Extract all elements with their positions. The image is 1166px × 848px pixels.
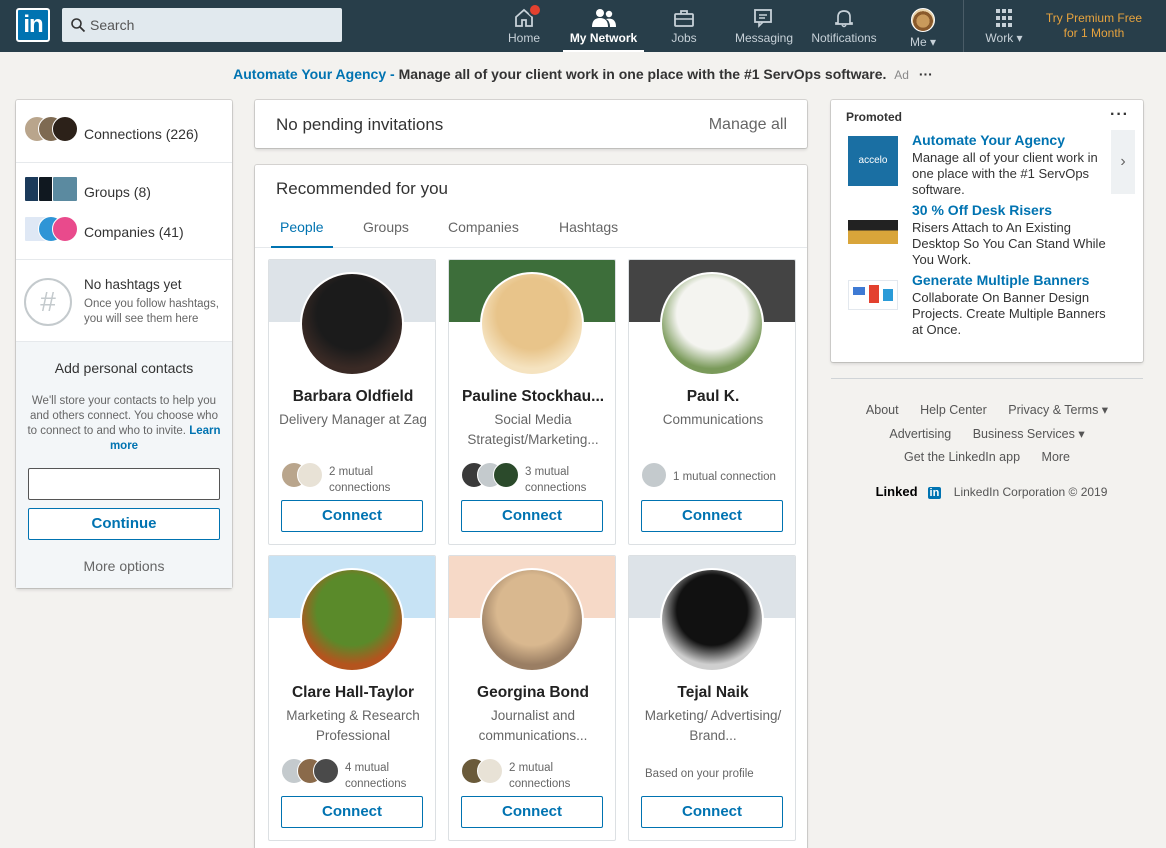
search-icon (71, 18, 86, 33)
footer-help-center[interactable]: Help Center (920, 403, 987, 417)
profile-photo[interactable] (480, 272, 584, 376)
companies-link[interactable]: Companies (41) (84, 224, 184, 240)
desk-riser-image (848, 210, 898, 244)
person-occupation: Delivery Manager at Zag (279, 412, 427, 427)
linkedin-footer-logo: Linked in (875, 484, 942, 499)
person-card[interactable]: Clare Hall-Taylor Marketing & Research P… (268, 555, 436, 841)
linkedin-logo[interactable]: in (16, 8, 50, 42)
groups-link[interactable]: Groups (8) (84, 184, 151, 200)
people-icon (591, 9, 616, 27)
premium-link[interactable]: Try Premium Free for 1 Month (1036, 11, 1152, 41)
person-name[interactable]: Pauline Stockhau... (455, 388, 611, 406)
network-sidebar: Connections (226) Groups (8) Companies (… (16, 100, 232, 588)
nav-work[interactable]: Work ▾ (980, 0, 1028, 52)
connect-button[interactable]: Connect (641, 500, 783, 532)
search-input[interactable] (90, 8, 338, 42)
recommendation-tabs: People Groups Companies Hashtags (255, 215, 807, 248)
search-box[interactable] (62, 8, 342, 42)
mutual-connections[interactable]: 4 mutual connections (281, 758, 431, 790)
briefcase-icon (674, 10, 694, 27)
nav-home[interactable]: Home (504, 0, 544, 52)
nav-jobs[interactable]: Jobs (662, 0, 706, 52)
connect-button[interactable]: Connect (641, 796, 783, 828)
connect-button[interactable]: Connect (281, 796, 423, 828)
recommendations-title: Recommended for you (276, 179, 448, 198)
footer-privacy-terms[interactable]: Privacy & Terms ▾ (1008, 403, 1108, 417)
chevron-right-icon[interactable]: › (1111, 130, 1135, 194)
person-placeholder-icon (641, 462, 667, 488)
nav-notifications[interactable]: Notifications (808, 0, 880, 52)
footer-get-app[interactable]: Get the LinkedIn app (904, 450, 1020, 464)
tab-companies[interactable]: Companies (448, 219, 519, 248)
footer-about[interactable]: About (866, 403, 899, 417)
manage-all-link[interactable]: Manage all (709, 116, 787, 134)
ad-text: Manage all of your client work in one pl… (398, 66, 887, 82)
ad-tag: Ad (894, 68, 909, 82)
person-card[interactable]: Barbara Oldfield Delivery Manager at Zag… (268, 259, 436, 545)
groups-companies-row: Groups (8) Companies (41) (16, 163, 232, 260)
profile-photo[interactable] (480, 568, 584, 672)
connect-button[interactable]: Connect (461, 500, 603, 532)
connect-button[interactable]: Connect (461, 796, 603, 828)
accelo-logo: accelo (848, 136, 898, 186)
connect-button[interactable]: Connect (281, 500, 423, 532)
person-card[interactable]: Tejal Naik Marketing/ Advertising/ Brand… (628, 555, 796, 841)
more-options-link[interactable]: More options (16, 558, 232, 574)
person-card[interactable]: Georgina Bond Journalist and communicati… (448, 555, 616, 841)
mutual-connections[interactable]: 2 mutual connections (461, 758, 611, 790)
email-field[interactable] (28, 468, 220, 500)
nav-divider (963, 0, 964, 52)
person-occupation: Communications (662, 412, 764, 427)
person-card[interactable]: Paul K. Communications 1 mutual connecti… (628, 259, 796, 545)
person-name[interactable]: Paul K. (635, 388, 791, 406)
profile-photo[interactable] (660, 272, 764, 376)
person-name[interactable]: Clare Hall-Taylor (275, 684, 431, 702)
top-nav: in Home My Network Jobs Messaging Notifi… (0, 0, 1166, 52)
profile-photo[interactable] (300, 272, 404, 376)
person-name[interactable]: Barbara Oldfield (275, 388, 431, 406)
person-occupation: Marketing/ Advertising/ Brand... (644, 708, 782, 743)
person-occupation: Journalist and communications... (478, 708, 588, 743)
footer-divider (831, 378, 1143, 379)
hashtag-icon: # (24, 278, 72, 326)
bell-icon (835, 10, 853, 28)
tab-people[interactable]: People (271, 219, 333, 248)
tab-hashtags[interactable]: Hashtags (559, 219, 618, 248)
person-occupation: Marketing & Research Professional (286, 708, 420, 743)
person-card[interactable]: Pauline Stockhau... Social Media Strateg… (448, 259, 616, 545)
more-icon[interactable]: ··· (1110, 106, 1129, 124)
mutual-connections[interactable]: 2 mutual connections (281, 462, 431, 494)
mutual-connections: Based on your profile (645, 768, 754, 780)
notification-badge (528, 3, 542, 17)
promoted-panel: Promoted ··· › accelo Automate Your Agen… (831, 100, 1143, 362)
profile-photo[interactable] (300, 568, 404, 672)
hashtags-row: # No hashtags yet Once you follow hashta… (16, 260, 232, 342)
footer-advertising[interactable]: Advertising (889, 427, 951, 441)
banner-design-image (848, 280, 898, 310)
person-name[interactable]: Tejal Naik (635, 684, 791, 702)
grid-icon (996, 9, 1012, 27)
person-name[interactable]: Georgina Bond (455, 684, 611, 702)
footer-more[interactable]: More (1042, 450, 1070, 464)
ad-more-icon[interactable]: ··· (919, 66, 933, 82)
continue-button[interactable]: Continue (28, 508, 220, 540)
ad-title[interactable]: Automate Your Agency - (233, 66, 395, 82)
mutual-connections[interactable]: 3 mutual connections (461, 462, 611, 494)
add-personal-contacts: Add personal contacts We'll store your c… (16, 342, 232, 588)
connections-row[interactable]: Connections (226) (16, 100, 232, 163)
pending-invitations: No pending invitations Manage all (255, 100, 807, 148)
tab-groups[interactable]: Groups (363, 219, 409, 248)
nav-me[interactable]: Me ▾ (903, 0, 943, 52)
chat-icon (754, 9, 772, 28)
avatar (911, 8, 935, 32)
nav-messaging[interactable]: Messaging (733, 0, 795, 52)
person-occupation: Social Media Strategist/Marketing... (467, 412, 599, 447)
nav-my-network[interactable]: My Network (563, 0, 644, 52)
footer-business-services[interactable]: Business Services ▾ (973, 427, 1085, 441)
profile-photo[interactable] (660, 568, 764, 672)
mutual-connections[interactable]: 1 mutual connection (641, 462, 791, 492)
ad-banner[interactable]: Automate Your Agency - Manage all of you… (0, 66, 1166, 82)
recommendations: Recommended for you People Groups Compan… (255, 165, 807, 848)
